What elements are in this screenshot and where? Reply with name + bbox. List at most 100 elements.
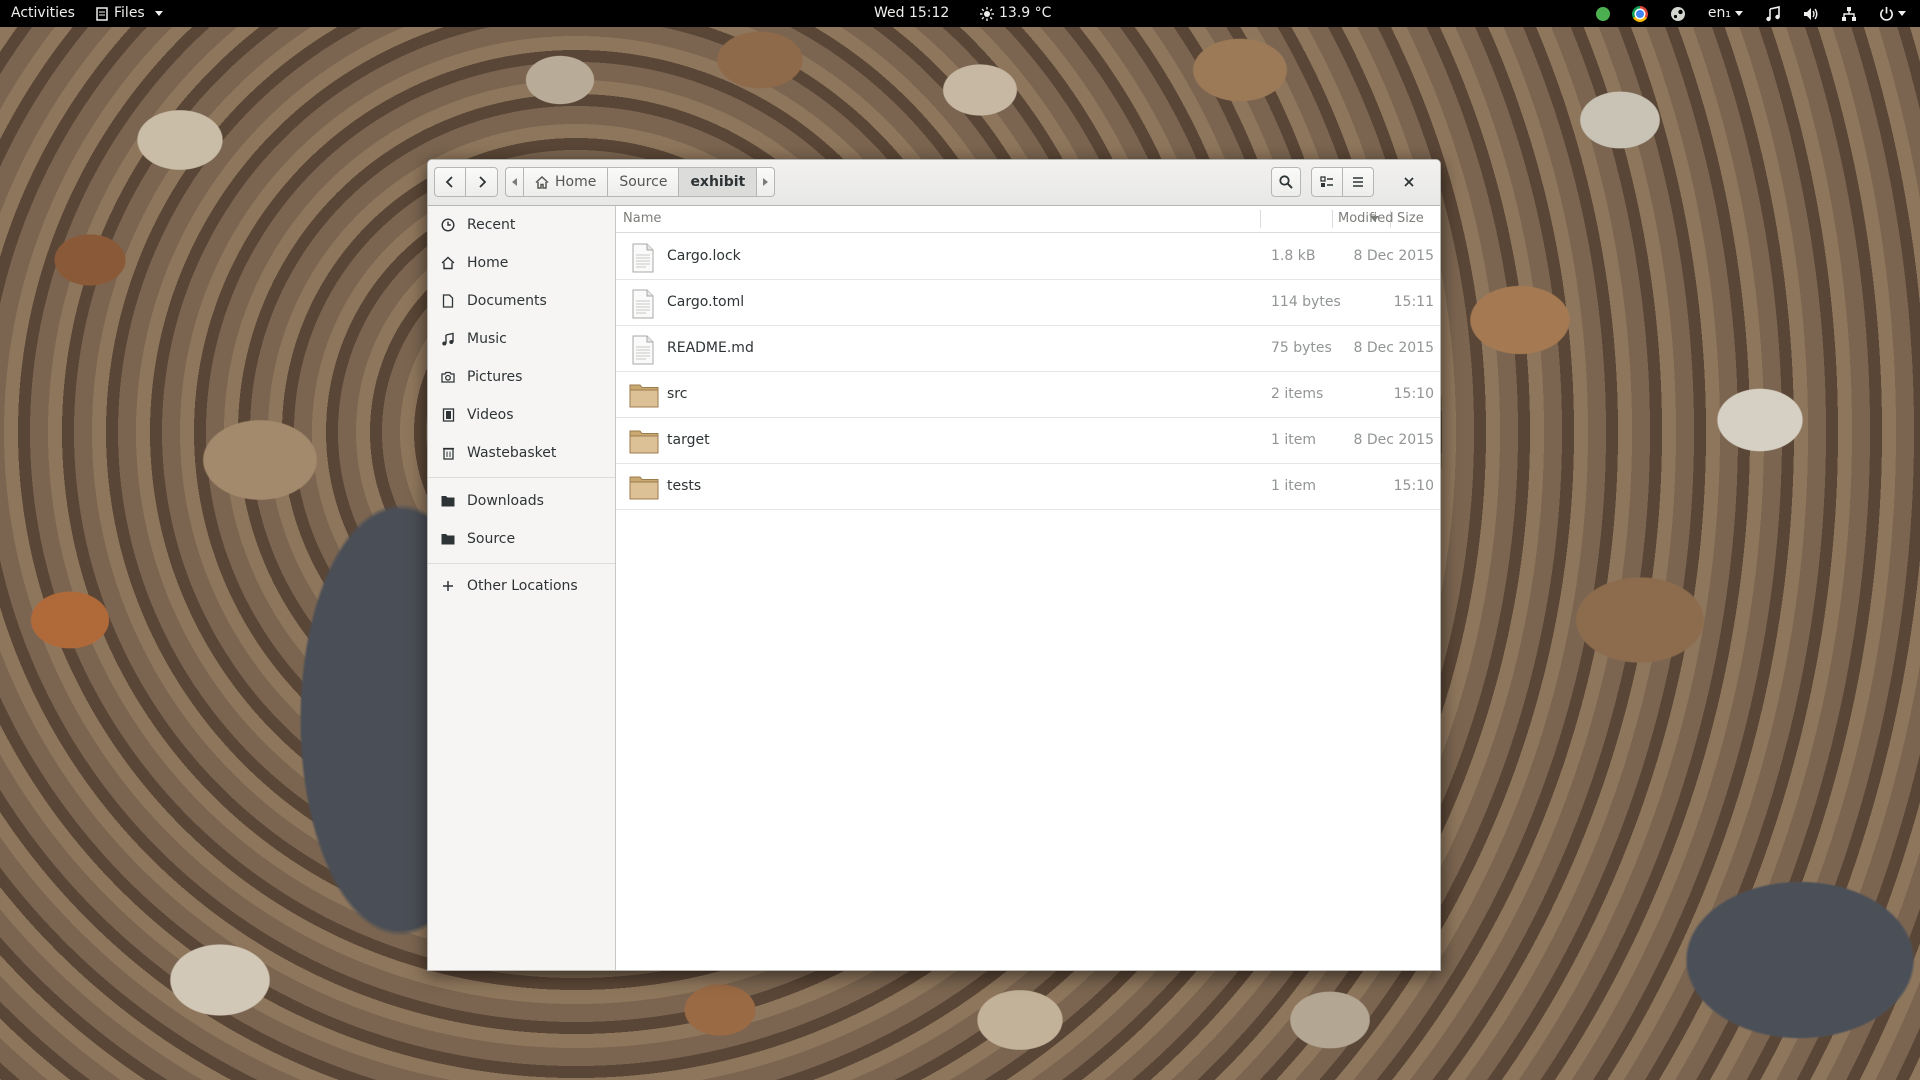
power-icon xyxy=(1880,6,1893,21)
weather-temperature: 13.9 °C xyxy=(999,5,1052,21)
header-bar: Home Source exhibit xyxy=(428,160,1440,206)
path-segment-home[interactable]: Home xyxy=(524,167,609,197)
sidebar-item-wastebasket[interactable]: Wastebasket xyxy=(428,434,615,472)
column-divider[interactable] xyxy=(1260,210,1261,228)
view-mode-button[interactable] xyxy=(1311,167,1343,197)
file-name: Cargo.toml xyxy=(667,294,745,310)
steam-icon[interactable] xyxy=(1670,6,1686,22)
activities-button[interactable]: Activities xyxy=(11,0,75,27)
folder-icon xyxy=(629,473,659,501)
volume-icon[interactable] xyxy=(1803,6,1819,22)
arrow-right-icon xyxy=(763,178,769,186)
camera-icon xyxy=(441,370,455,384)
file-row[interactable]: src 2 items 15:10 xyxy=(616,371,1440,418)
sidebar-item-recent[interactable]: Recent xyxy=(428,206,615,244)
file-row[interactable]: README.md 75 bytes 8 Dec 2015 xyxy=(616,325,1440,372)
file-name: Cargo.lock xyxy=(667,248,741,264)
sidebar-item-home[interactable]: Home xyxy=(428,244,615,282)
home-icon xyxy=(535,175,549,189)
sidebar-item-pictures[interactable]: Pictures xyxy=(428,358,615,396)
file-name: tests xyxy=(667,478,702,494)
close-icon xyxy=(1404,177,1414,187)
file-size: 1 item xyxy=(1271,432,1316,448)
sidebar-item-music[interactable]: Music xyxy=(428,320,615,358)
status-area: en₁ xyxy=(1595,0,1906,27)
path-scroll-right-button[interactable] xyxy=(757,167,776,197)
column-header: Name Size xyxy=(616,206,1440,233)
text-file-icon xyxy=(629,335,657,365)
network-icon[interactable] xyxy=(1841,6,1857,22)
home-icon xyxy=(441,256,455,270)
sidebar-item-documents[interactable]: Documents xyxy=(428,282,615,320)
search-button[interactable] xyxy=(1271,167,1301,197)
sidebar-item-downloads[interactable]: Downloads xyxy=(428,482,615,520)
path-segment-exhibit[interactable]: exhibit xyxy=(679,167,758,197)
path-segment-label: Source xyxy=(619,174,668,190)
sidebar-separator xyxy=(428,563,615,564)
chevron-down-icon xyxy=(154,11,163,16)
document-icon xyxy=(441,294,455,308)
back-button[interactable] xyxy=(434,167,466,197)
text-file-icon xyxy=(629,243,657,273)
trash-icon xyxy=(441,446,455,460)
file-size: 1.8 kB xyxy=(1271,248,1316,264)
view-options-button[interactable] xyxy=(1342,167,1374,197)
music-note-icon xyxy=(441,332,455,346)
chrome-icon[interactable] xyxy=(1631,5,1648,22)
sidebar-item-videos[interactable]: Videos xyxy=(428,396,615,434)
forward-button[interactable] xyxy=(466,167,498,197)
sidebar: Recent Home Documents Music Pictures Vid… xyxy=(428,206,616,970)
clock-icon xyxy=(441,218,455,232)
file-size: 2 items xyxy=(1271,386,1324,402)
path-segment-label: exhibit xyxy=(690,174,746,190)
sidebar-item-label: Source xyxy=(467,531,516,547)
film-icon xyxy=(441,408,455,422)
file-size: 1 item xyxy=(1271,478,1316,494)
keyboard-layout-indicator[interactable]: en₁ xyxy=(1708,0,1743,27)
music-icon[interactable] xyxy=(1765,5,1781,22)
column-divider[interactable] xyxy=(1332,210,1333,228)
sidebar-item-source[interactable]: Source xyxy=(428,520,615,558)
file-size: 75 bytes xyxy=(1271,340,1332,356)
file-row[interactable]: Cargo.toml 114 bytes 15:11 xyxy=(616,279,1440,326)
text-file-icon xyxy=(629,289,657,319)
column-header-size[interactable]: Size xyxy=(1397,206,1424,232)
path-segment-label: Home xyxy=(555,174,597,190)
chevron-left-icon xyxy=(445,176,453,188)
files-window: Home Source exhibit Recent Home Document… xyxy=(427,159,1441,971)
file-row[interactable]: target 1 item 8 Dec 2015 xyxy=(616,417,1440,464)
power-menu[interactable] xyxy=(1879,6,1906,21)
file-name: README.md xyxy=(667,340,754,356)
sidebar-item-other-locations[interactable]: Other Locations xyxy=(428,567,615,605)
path-bar: Home Source exhibit xyxy=(505,167,776,197)
top-bar: Activities Files Wed 15:12 13.9 °C en₁ xyxy=(0,0,1920,27)
sidebar-item-label: Downloads xyxy=(467,493,544,509)
weather-indicator[interactable]: 13.9 °C xyxy=(980,0,1051,27)
file-name: src xyxy=(667,386,688,402)
path-scroll-left-button[interactable] xyxy=(505,167,524,197)
path-segment-source[interactable]: Source xyxy=(608,167,680,197)
file-modified: 15:11 xyxy=(1393,294,1434,310)
sidebar-item-label: Music xyxy=(467,331,507,347)
sun-icon xyxy=(980,6,994,21)
file-row[interactable]: Cargo.lock 1.8 kB 8 Dec 2015 xyxy=(616,233,1440,280)
app-menu-label: Files xyxy=(114,5,145,21)
green-status-icon[interactable] xyxy=(1595,6,1610,21)
file-modified: 8 Dec 2015 xyxy=(1353,248,1434,264)
hamburger-menu-icon xyxy=(1353,177,1363,187)
column-header-name[interactable]: Name xyxy=(623,206,661,232)
clock[interactable]: Wed 15:12 xyxy=(874,0,949,27)
app-menu[interactable]: Files xyxy=(96,0,163,27)
file-modified: 8 Dec 2015 xyxy=(1353,432,1434,448)
sidebar-item-label: Recent xyxy=(467,217,516,233)
arrow-left-icon xyxy=(512,178,517,186)
file-size: 114 bytes xyxy=(1271,294,1341,310)
keyboard-layout-label: en₁ xyxy=(1707,5,1731,21)
file-list: Name Size Modified Cargo.lock 1.8 kB 8 Dec… xyxy=(616,206,1440,970)
file-name: target xyxy=(667,432,710,448)
sidebar-item-label: Videos xyxy=(467,407,514,423)
folder-icon xyxy=(441,494,455,508)
column-header-modified[interactable]: Modified xyxy=(1338,206,1393,232)
file-row[interactable]: tests 1 item 15:10 xyxy=(616,463,1440,510)
close-window-button[interactable] xyxy=(1394,167,1424,197)
